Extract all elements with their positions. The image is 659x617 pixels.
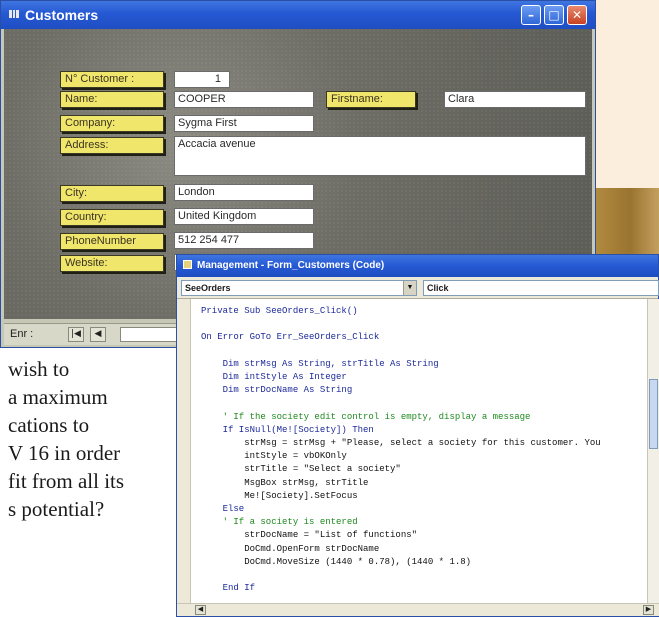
firstname-field[interactable]: Clara (444, 91, 586, 108)
scroll-left-button[interactable]: ◀ (195, 605, 206, 615)
customer-no-field[interactable]: 1 (174, 71, 230, 88)
scrollbar-thumb[interactable] (649, 379, 658, 449)
vba-module-icon (183, 260, 192, 269)
code-line: If IsNull(Me![Society]) Then (201, 424, 374, 435)
city-label: City: (60, 185, 164, 202)
object-combo-value: SeeOrders (185, 283, 231, 293)
country-label: Country: (60, 209, 164, 226)
city-field[interactable]: London (174, 184, 314, 201)
customers-title-bar[interactable]: Customers – □ ✕ (1, 1, 595, 29)
close-button[interactable]: ✕ (567, 5, 587, 25)
record-label: Enr : (10, 328, 34, 340)
code-line: strDocName = "List of functions" (201, 530, 418, 541)
procedure-combo-value: Click (427, 283, 449, 293)
code-toolbar: SeeOrders ▼ Click (177, 277, 659, 299)
article-line: wish to (8, 357, 70, 381)
code-line: Private Sub SeeOrders_Click() (201, 306, 358, 316)
code-line: DoCmd.MoveSize (1440 * 0.78), (1440 * 1.… (201, 556, 472, 567)
website-label: Website: (60, 255, 164, 272)
code-line: MsgBox strMsg, strTitle (201, 477, 369, 488)
code-window: Management - Form_Customers (Code) SeeOr… (176, 254, 659, 617)
first-record-button[interactable]: |◀ (68, 327, 84, 342)
minimize-button[interactable]: – (521, 5, 541, 25)
customer-no-label: N° Customer : (60, 71, 164, 88)
code-gutter (177, 299, 191, 603)
code-line: strMsg = strMsg + "Please, select a soci… (201, 438, 601, 448)
address-label: Address: (60, 137, 164, 154)
code-line: ' If a society is entered (201, 517, 358, 528)
address-field[interactable]: Accacia avenue (174, 136, 586, 176)
article-line: s potential? (8, 497, 105, 521)
previous-record-button[interactable]: ◀ (90, 327, 106, 342)
window-title: Customers (25, 7, 99, 23)
maximize-button[interactable]: □ (544, 5, 564, 25)
scroll-right-button[interactable]: ▶ (643, 605, 654, 615)
code-line: ' If the society edit control is empty, … (201, 411, 531, 422)
code-line: strTitle = "Select a society" (201, 464, 401, 475)
article-line: cations to (8, 413, 90, 437)
country-field[interactable]: United Kingdom (174, 208, 314, 225)
code-editor[interactable]: Private Sub SeeOrders_Click() On Error Go… (177, 299, 647, 603)
company-field[interactable]: Sygma First (174, 115, 314, 132)
code-line: Else (201, 504, 245, 514)
phone-field[interactable]: 512 254 477 (174, 232, 314, 249)
code-line: Dim strDocName As String (201, 385, 353, 396)
code-window-title: Management - Form_Customers (Code) (197, 260, 385, 271)
company-label: Company: (60, 115, 164, 132)
code-line: Dim intStyle As Integer (201, 372, 347, 382)
code-title-bar[interactable]: Management - Form_Customers (Code) (177, 255, 658, 277)
article-line: fit from all its (8, 469, 125, 493)
code-line: intStyle = vbOKOnly (201, 451, 347, 462)
code-line: DoCmd.OpenForm strDocName (201, 543, 380, 554)
object-combo[interactable]: SeeOrders ▼ (181, 280, 417, 296)
code-line: Dim strMsg As String, strTitle As String (201, 358, 439, 369)
chevron-down-icon[interactable]: ▼ (403, 281, 416, 295)
code-line: Me![Society].SetFocus (201, 490, 358, 501)
firstname-label: Firstname: (326, 91, 416, 108)
code-line: On Error GoTo Err_SeeOrders_Click (201, 332, 380, 343)
article-line: V 16 in order (8, 441, 121, 465)
name-field[interactable]: COOPER (174, 91, 314, 108)
procedure-combo[interactable]: Click (423, 280, 659, 296)
article-line: a maximum (8, 385, 108, 409)
name-label: Name: (60, 91, 164, 108)
horizontal-scrollbar[interactable]: ◀ ▶ (177, 603, 659, 616)
record-number-field[interactable] (120, 327, 180, 342)
vertical-scrollbar[interactable] (647, 299, 659, 603)
phone-label: PhoneNumber (60, 233, 164, 250)
form-icon (9, 10, 20, 18)
code-line: End If (201, 583, 256, 594)
